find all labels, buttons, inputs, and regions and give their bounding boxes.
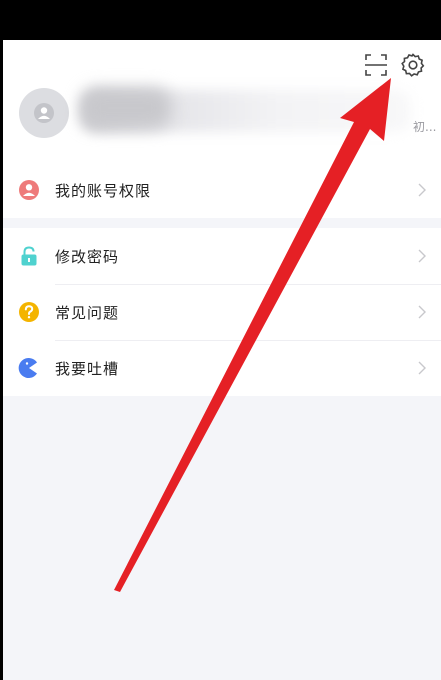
status-bar: [0, 0, 441, 40]
user-icon: [34, 103, 54, 123]
menu-item-feedback[interactable]: 我要吐槽: [3, 340, 441, 396]
menu-item-label: 修改密码: [55, 247, 120, 266]
menu-item-faq[interactable]: 常见问题: [3, 284, 441, 340]
question-icon: [18, 301, 40, 323]
menu-item-account-permissions[interactable]: 我的账号权限: [3, 162, 441, 218]
chevron-right-icon: [418, 361, 426, 375]
avatar[interactable]: [19, 88, 69, 138]
account-section: 我的账号权限: [3, 162, 441, 218]
chevron-right-icon: [418, 305, 426, 319]
lock-icon: [18, 245, 40, 267]
scan-icon: [365, 54, 387, 76]
chomp-icon: [18, 357, 40, 379]
menu-item-label: 我的账号权限: [55, 181, 152, 200]
person-icon: [18, 179, 40, 201]
profile-header: 初...: [3, 40, 441, 162]
blurred-username-dark: [81, 88, 171, 128]
menu-item-change-password[interactable]: 修改密码: [3, 228, 441, 284]
settings-button[interactable]: [400, 52, 426, 78]
truncated-text: 初...: [413, 120, 437, 134]
menu-item-label: 我要吐槽: [55, 359, 120, 378]
scan-button[interactable]: [363, 52, 389, 78]
menu-item-label: 常见问题: [55, 303, 120, 322]
chevron-right-icon: [418, 249, 426, 263]
settings-section: 修改密码 常见问题 我要吐槽: [3, 228, 441, 396]
gear-icon: [401, 53, 425, 77]
chevron-right-icon: [418, 183, 426, 197]
